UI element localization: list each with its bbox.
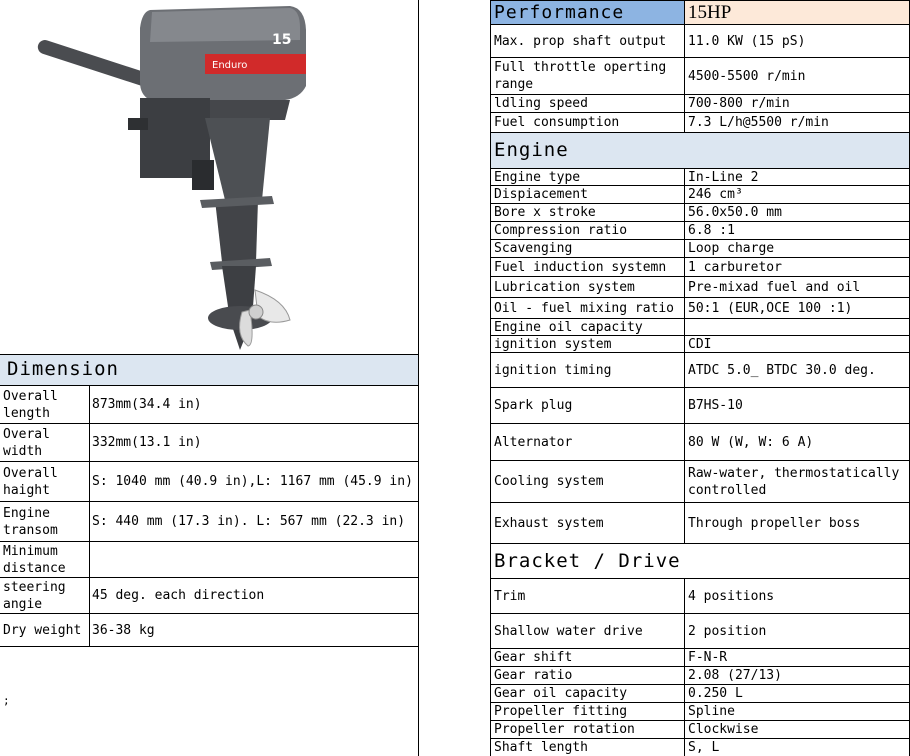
bracket-value-2: F-N-R [688,650,728,665]
perf-label-0: Max. prop shaft output [494,33,667,49]
dim-label-minimum-distance: Minimum distance [3,543,66,576]
engine-value-11: B7HS-10 [688,398,743,413]
bracket-value-7: S, L [688,740,720,755]
performance-header: Performance [491,1,684,24]
engine-label-12: Alternator [494,434,573,450]
engine-label-11: Spark plug [494,398,573,413]
engine-label-3: Compression ratio [494,223,628,238]
dim-value-engine-transom: S: 440 mm (17.3 in). L: 567 mm (22.3 in) [92,514,406,529]
engine-value-1: 246 cm³ [688,187,743,202]
engine-label-14: Exhaust system [494,515,604,531]
bracket-value-3: 2.08 (27/13) [688,668,782,683]
bracket-label-4: Gear oil capacity [494,686,628,701]
perf-value-0: 11.0 KW (15 pS) [688,33,806,49]
perf-label-2: ldling speed [494,96,588,111]
engine-value-5: 1 carburetor [688,259,782,275]
engine-value-10: ATDC 5.0_ BTDC 30.0 deg. [688,362,876,378]
dim-label-overall-length: Overall length [3,388,58,421]
perf-value-2: 700-800 r/min [688,96,790,111]
bracket-label-1: Shallow water drive [494,623,643,639]
engine-value-0: In-Line 2 [688,169,759,185]
dim-value-overall-height: S: 1040 mm (40.9 in),L: 1167 mm (45.9 in… [92,474,413,489]
dim-label-dry-weight: Dry weight [3,622,82,638]
engine-value-14: Through propeller boss [688,515,861,531]
engine-value-13: Raw-water, thermostatically controlled [688,465,900,498]
engine-value-12: 80 W (W, W: 6 A) [688,434,814,450]
dim-label-engine-transom: Engine transom [3,505,58,538]
dim-label-overall-height: Overall haight [3,465,58,498]
engine-label-1: Dispiacement [494,187,588,202]
perf-label-3: Fuel consumption [494,115,620,130]
engine-label-9: ignition system [494,336,612,352]
outboard-engine-image: Enduro 15 [37,6,306,350]
bracket-value-1: 2 position [688,623,767,639]
model-label: 15HP [685,1,909,24]
bracket-value-5: Spline [688,704,735,719]
bracket-label-6: Propeller rotation [494,722,635,737]
bracket-label-5: Propeller fitting [494,704,628,719]
engine-value-6: Pre-mixad fuel and oil [688,279,861,295]
dim-label-overall-width: Overal width [3,426,50,459]
engine-value-8 [685,319,909,335]
dimension-header: Dimension [0,354,418,385]
engine-label-2: Bore x stroke [494,205,596,220]
engine-value-2: 56.0x50.0 mm [688,205,782,220]
perf-label-1: Full throttle operting range [494,60,667,92]
engine-label-10: ignition timing [494,362,612,378]
engine-label-8: Engine oil capacity [494,319,643,335]
engine-label-7: Oil - fuel mixing ratio [494,300,675,316]
hp-badge: 15 [272,32,291,48]
engine-label-6: Lubrication system [494,279,635,295]
bracket-value-0: 4 positions [688,588,775,604]
bracket-label-0: Trim [494,588,526,604]
bracket-label-3: Gear ratio [494,668,573,683]
dim-value-dry-weight: 36-38 kg [92,622,155,638]
perf-value-3: 7.3 L/h@5500 r/min [688,115,829,130]
dim-value-steering-angle: 45 deg. each direction [92,588,265,603]
engine-value-4: Loop charge [688,241,775,256]
dim-value-overall-length: 873mm(34.4 in) [92,397,202,412]
engine-value-7: 50:1 (EUR,OCE 100 :1) [688,300,853,316]
bracket-label-2: Gear shift [494,650,573,665]
bracket-header: Bracket / Drive [494,549,681,572]
dim-value-overall-width: 332mm(13.1 in) [92,435,202,450]
engine-label-0: Engine type [494,169,581,185]
dim-value-minimum-distance [89,542,418,577]
bracket-label-7: Shaft length [494,740,588,755]
engine-label-4: Scavenging [494,241,573,256]
bracket-value-6: Clockwise [688,722,759,737]
footnote: ; [3,694,10,707]
engine-value-3: 6.8 :1 [688,223,735,238]
brand-logo: Enduro [212,60,247,71]
perf-value-1: 4500-5500 r/min [688,68,806,84]
engine-value-9: CDI [688,336,712,352]
dim-label-steering-angle: steering angie [3,579,66,612]
engine-label-13: Cooling system [494,474,604,489]
engine-header: Engine [491,133,909,168]
engine-label-5: Fuel induction systemn [494,259,667,275]
bracket-value-4: 0.250 L [688,686,743,701]
